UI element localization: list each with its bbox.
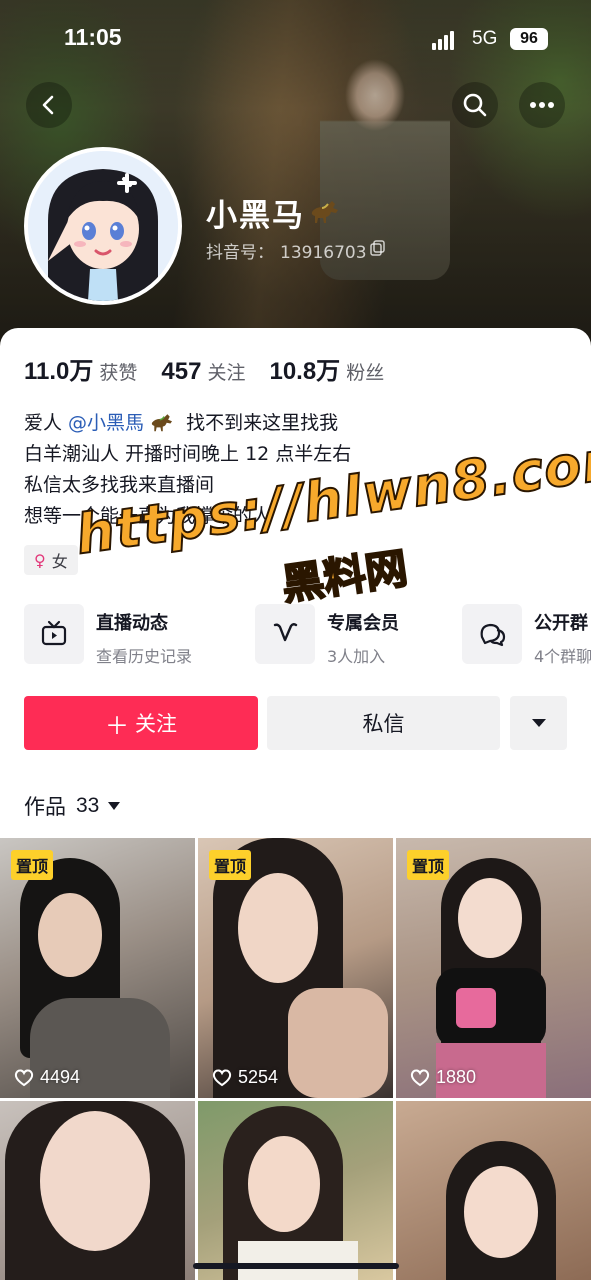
like-count: 1880 [410, 1067, 476, 1088]
signal-icon [432, 30, 456, 50]
bio-mention-link[interactable]: @小黑馬 [68, 412, 144, 434]
works-tab[interactable]: 作品 33 [24, 791, 121, 821]
avatar-illustration [28, 151, 178, 301]
group-chat-icon [480, 623, 506, 647]
gender-tag: ♀ 女 [24, 545, 78, 575]
video-tile[interactable] [0, 1101, 195, 1280]
message-button[interactable]: 私信 [267, 696, 500, 750]
battery-icon: 96 [510, 28, 548, 50]
more-icon [530, 102, 554, 108]
status-time: 11:05 [64, 24, 122, 50]
recommend-dropdown-button[interactable] [510, 696, 567, 750]
video-tile[interactable] [396, 1101, 591, 1280]
bio-line-1: 爱人 @小黑馬 找不到来这里找我 [24, 412, 339, 434]
horse-icon [311, 201, 338, 223]
heart-icon [212, 1068, 232, 1086]
like-count: 4494 [14, 1067, 80, 1088]
more-button[interactable] [519, 82, 565, 128]
pin-badge: 置顶 [209, 850, 252, 880]
bio-line-2: 白羊潮汕人 开播时间晚上 12 点半左右 [24, 443, 352, 465]
home-indicator[interactable] [193, 1263, 399, 1269]
douyin-id-value: 13916703 [280, 243, 367, 263]
pin-badge: 置顶 [407, 850, 450, 880]
caret-down-icon [108, 802, 121, 810]
video-tile[interactable]: 置顶 5254 [198, 838, 393, 1098]
video-grid: 置顶 4494 置顶 5254 置顶 1880 [0, 838, 591, 1280]
video-tile[interactable]: 置顶 1880 [396, 838, 591, 1098]
stat-likes[interactable]: 11.0万 获赞 [24, 351, 137, 386]
video-tile[interactable] [198, 1101, 393, 1280]
v-badge-icon [273, 623, 298, 642]
feature-live-history[interactable]: 直播动态 查看历史记录 [24, 604, 234, 666]
follow-button[interactable]: ＋ 关注 [24, 696, 258, 750]
douyin-id: 抖音号： 13916703 [206, 243, 367, 263]
feature-public-group[interactable]: 公开群 4个群聊 [462, 604, 591, 666]
stat-followers[interactable]: 10.8万 粉丝 [269, 351, 384, 386]
heart-icon [410, 1068, 430, 1086]
avatar[interactable] [24, 147, 182, 305]
network-label: 5G [472, 28, 498, 49]
profile-name: 小黑马 [206, 198, 305, 234]
status-bar: 11:05 5G 96 [0, 0, 591, 80]
video-tile[interactable]: 置顶 4494 [0, 838, 195, 1098]
like-count: 5254 [212, 1067, 278, 1088]
horse-icon [151, 414, 173, 432]
profile-stats: 11.0万 获赞 457 关注 10.8万 粉丝 [24, 351, 408, 385]
feature-membership[interactable]: 专属会员 3人加入 [255, 604, 445, 666]
search-button[interactable] [452, 82, 498, 128]
chevron-left-icon [42, 95, 54, 115]
heart-icon [14, 1068, 34, 1086]
pin-badge: 置顶 [11, 850, 54, 880]
female-icon: ♀ [34, 550, 46, 570]
bio-line-4: 想等一个能一直为我撑伞的人 [24, 505, 272, 527]
plus-icon: ＋ [105, 711, 129, 740]
search-icon [463, 93, 487, 117]
back-button[interactable] [26, 82, 72, 128]
works-count: 33 [76, 794, 100, 817]
caret-down-icon [531, 719, 546, 727]
stat-following[interactable]: 457 关注 [161, 358, 245, 386]
copy-icon[interactable] [370, 240, 386, 256]
bio-line-3: 私信太多找我来直播间 [24, 474, 215, 496]
tv-icon [41, 620, 67, 646]
profile-bio: 爱人 @小黑馬 找不到来这里找我 白羊潮汕人 开播时间晚上 12 点半左右 私信… [24, 408, 351, 532]
